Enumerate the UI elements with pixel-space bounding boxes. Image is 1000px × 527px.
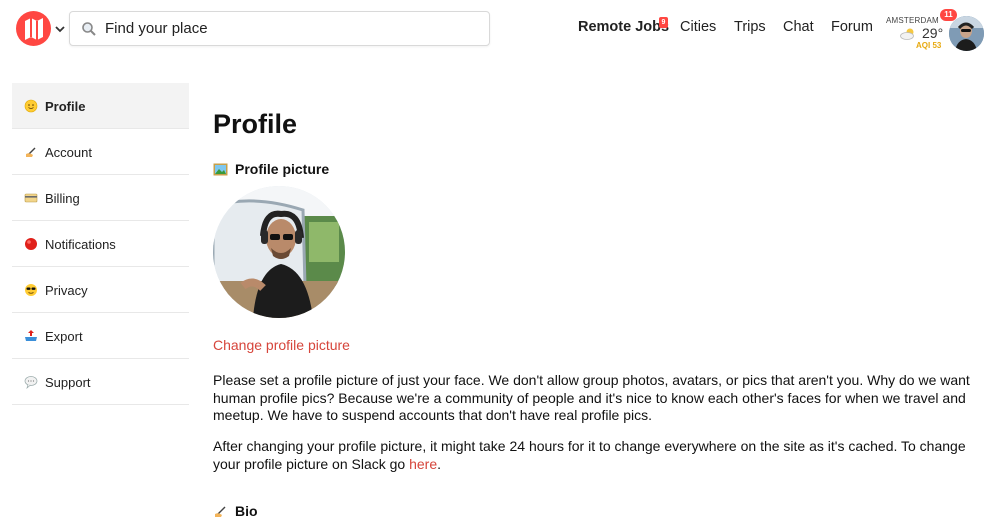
smile-emoji-icon <box>24 99 38 113</box>
profile-photo-image <box>213 186 345 318</box>
search-box[interactable] <box>69 11 490 46</box>
writing-hand-icon <box>215 506 226 517</box>
user-avatar[interactable] <box>949 16 984 51</box>
writing-hand-emoji-icon <box>26 147 36 157</box>
sidebar-item-support[interactable]: Support <box>12 359 189 405</box>
top-header: Remote Jobs 9 Cities Trips Chat Forum AM… <box>0 0 1000 58</box>
map-logo-icon <box>24 17 43 40</box>
profile-picture-cache-note: After changing your profile picture, it … <box>213 438 973 473</box>
notification-badge[interactable]: 11 <box>940 9 957 21</box>
sidebar-item-notifications[interactable]: Notifications <box>12 221 189 267</box>
outbox-tray-emoji-icon <box>25 330 37 341</box>
settings-sidebar: Profile Account Billing Notifications Pr… <box>12 83 189 405</box>
weather-city: AMSTERDAM <box>886 16 939 25</box>
sidebar-item-label: Account <box>45 145 92 160</box>
nav-trips[interactable]: Trips <box>734 19 766 35</box>
weather-temp: 29° <box>922 25 944 41</box>
sidebar-item-label: Billing <box>45 191 80 206</box>
sidebar-item-label: Profile <box>45 99 86 114</box>
profile-picture-guidelines: Please set a profile picture of just you… <box>213 372 970 423</box>
sidebar-item-label: Privacy <box>45 283 88 298</box>
profile-photo <box>213 186 345 318</box>
sidebar-item-label: Support <box>45 375 91 390</box>
partly-cloudy-icon <box>900 28 914 40</box>
sidebar-item-export[interactable]: Export <box>12 313 189 359</box>
nav-chat[interactable]: Chat <box>783 19 814 35</box>
cache-note-end: . <box>437 455 442 472</box>
cache-note-text: After changing your profile picture, it … <box>213 438 966 472</box>
search-input[interactable] <box>105 12 485 45</box>
red-circle-emoji-icon <box>25 238 37 250</box>
remote-jobs-badge: 9 <box>659 17 668 28</box>
nav-remote-jobs[interactable]: Remote Jobs <box>578 19 669 35</box>
bio-heading: Bio <box>213 503 258 519</box>
speech-balloon-emoji-icon <box>24 376 38 389</box>
profile-picture-heading: Profile picture <box>213 161 329 177</box>
slack-here-link[interactable]: here <box>409 456 437 472</box>
search-icon <box>82 22 96 36</box>
nav-cities[interactable]: Cities <box>680 19 716 35</box>
bio-heading-text: Bio <box>235 503 258 519</box>
page-title: Profile <box>213 109 298 139</box>
change-profile-picture-link[interactable]: Change profile picture <box>213 337 350 353</box>
avatar-photo <box>949 16 984 51</box>
sidebar-item-profile[interactable]: Profile <box>12 83 189 129</box>
credit-card-emoji-icon <box>24 193 38 203</box>
framed-picture-icon <box>213 163 228 175</box>
sidebar-item-privacy[interactable]: Privacy <box>12 267 189 313</box>
profile-picture-heading-text: Profile picture <box>235 161 330 177</box>
sunglasses-emoji-icon <box>25 284 37 296</box>
weather-aqi: AQI 53 <box>916 41 942 50</box>
chevron-down-icon[interactable] <box>53 22 67 36</box>
sidebar-item-account[interactable]: Account <box>12 129 189 175</box>
weather-widget[interactable]: AMSTERDAM 29° AQI 53 <box>884 14 946 54</box>
sidebar-item-label: Notifications <box>45 237 116 252</box>
sidebar-item-billing[interactable]: Billing <box>12 175 189 221</box>
site-logo[interactable] <box>16 11 51 46</box>
nav-forum[interactable]: Forum <box>831 19 873 35</box>
sidebar-item-label: Export <box>45 329 83 344</box>
